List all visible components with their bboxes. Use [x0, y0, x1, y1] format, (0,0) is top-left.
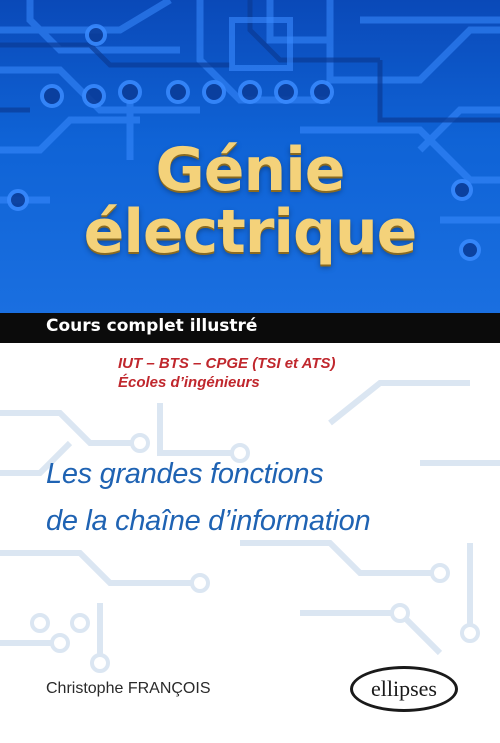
course-band: Cours complet illustré: [0, 313, 500, 343]
cover-top-panel: Génie électrique: [0, 0, 500, 313]
audience-line-2: Écoles d’ingénieurs: [118, 374, 260, 391]
author-name: Christophe FRANÇOIS: [46, 680, 211, 697]
band-text: Cours complet illustré: [46, 316, 258, 336]
publisher-logo: ellipses: [350, 662, 460, 718]
cover-title-line-1: Génie: [155, 135, 346, 205]
cover-title-line-2: électrique: [83, 197, 418, 267]
subtitle-line-1: Les grandes fonctions: [46, 458, 324, 490]
subtitle-line-2: de la chaîne d’information: [46, 505, 371, 537]
publisher-name: ellipses: [371, 676, 437, 701]
audience-line-1: IUT – BTS – CPGE (TSI et ATS): [118, 355, 336, 372]
book-cover: Génie électrique Cours complet illustré: [0, 0, 500, 743]
